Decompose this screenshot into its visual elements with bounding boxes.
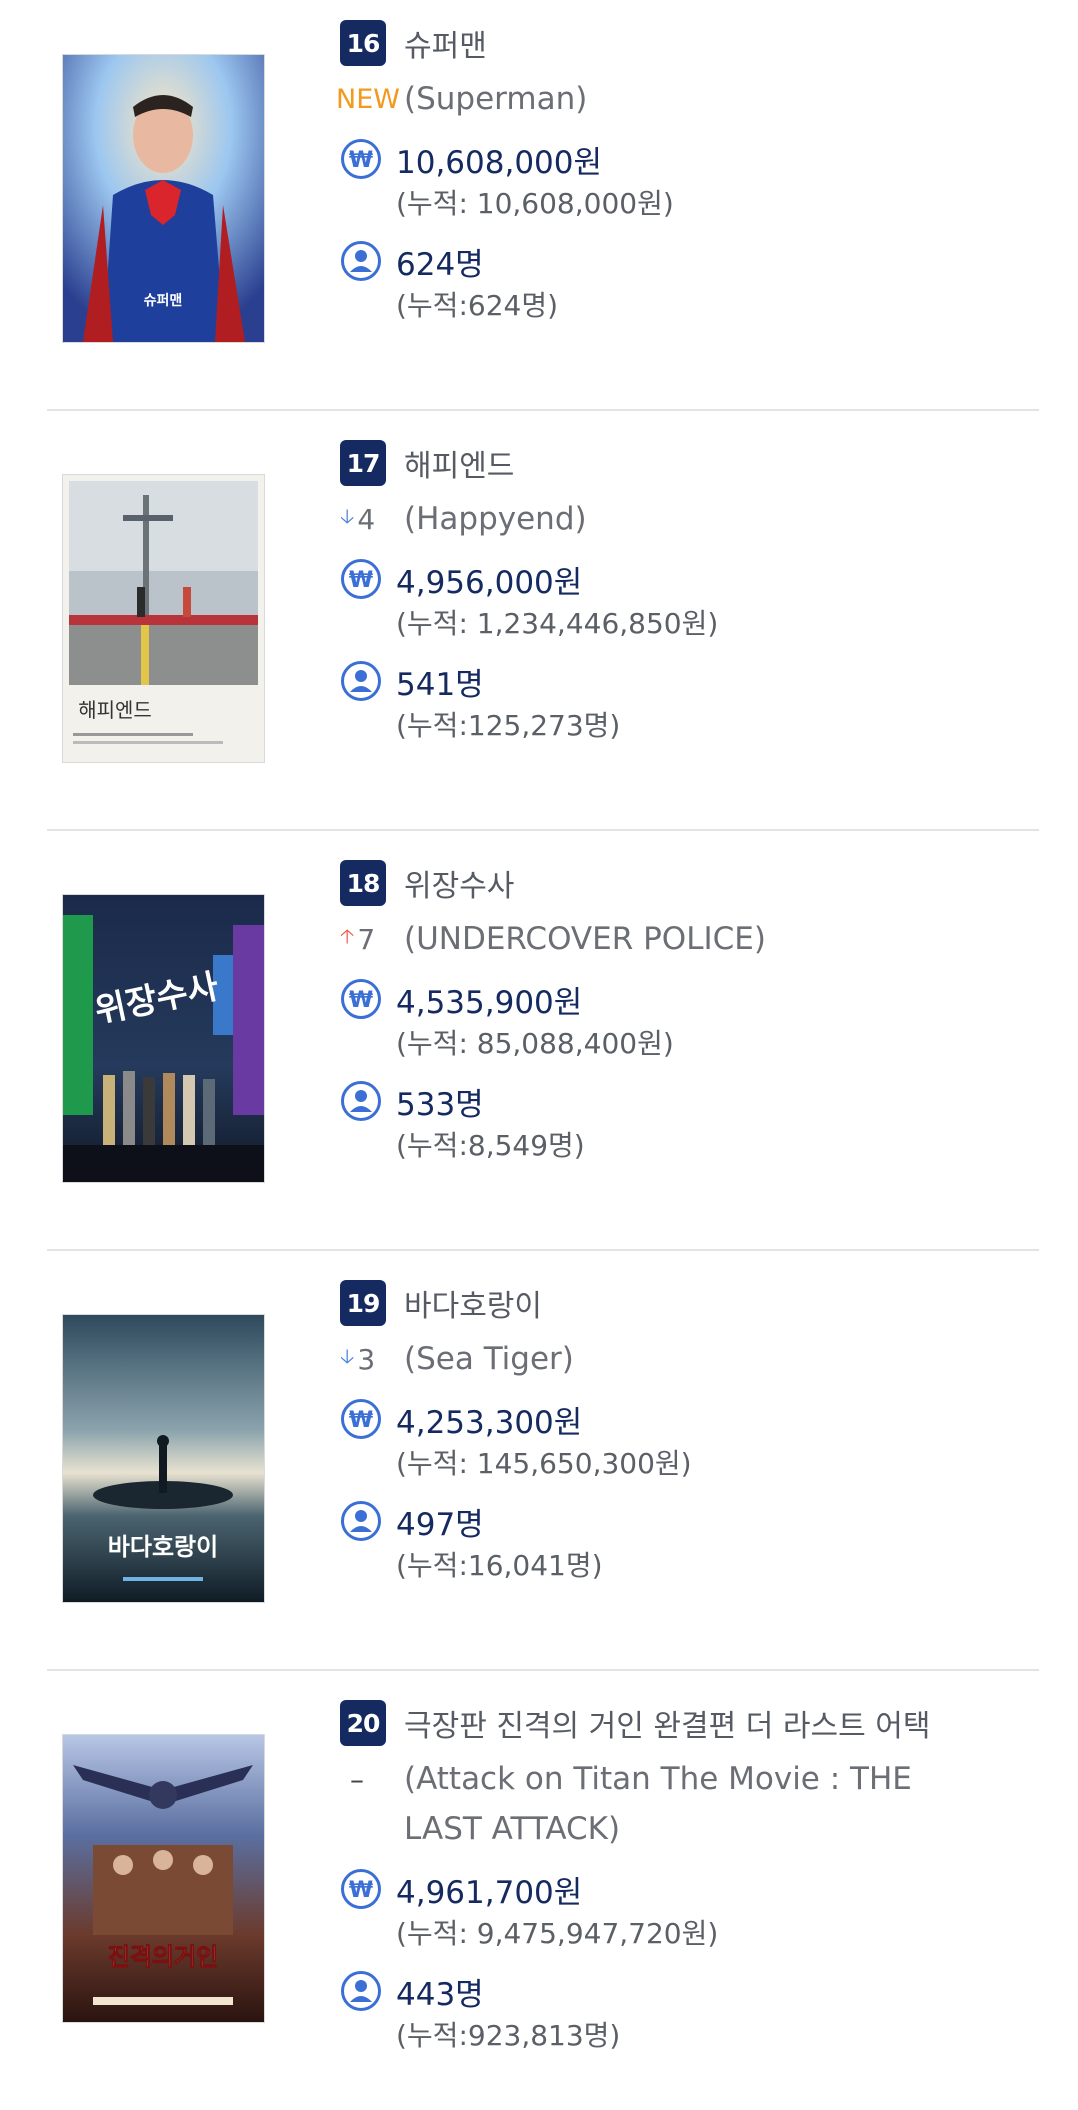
person-icon [341,241,381,281]
movie-title-english: (Sea Tiger) [404,1341,574,1377]
movie-poster[interactable]: 진격의거인 [62,1734,265,2023]
movie-title-english: (Attack on Titan The Movie : THE LAST AT… [404,1761,912,1847]
won-coin-icon: ₩ [341,1869,381,1909]
audience-row: 533명 [340,1078,1040,1124]
list-item[interactable]: 바다호랑이 19 바다호랑이 🡣 3 (Sea Tiger) ₩ 4,253,3… [0,1260,1078,1680]
list-item[interactable]: 해피엔드 17 해피엔드 🡣 4 (Happyend) ₩ 4,956,000원… [0,420,1078,840]
list-item[interactable]: 진격의거인 20 극장판 진격의 거인 완결편 더 라스트 어택 – (Atta… [0,1680,1078,2110]
divider [47,409,1039,411]
rank-change-value: 4 [357,502,376,536]
total-revenue: (누적: 145,650,300원) [396,1447,692,1480]
revenue-row: ₩ 4,961,700원 [340,1866,1040,1912]
won-coin-icon: ₩ [341,1399,381,1439]
poster-title: 바다호랑이 [108,1533,218,1561]
rank-change: 🡣 4 [340,496,404,542]
movie-title-english: (Happyend) [404,501,587,537]
svg-text:₩: ₩ [349,148,373,173]
movie-poster[interactable]: 위장수사 [62,894,265,1183]
daily-audience: 541명 [396,666,484,703]
rank-change: 🡡 7 [340,916,404,962]
total-audience: (누적:923,813명) [396,2019,621,2052]
new-badge: NEW [336,83,400,115]
movie-title[interactable]: 위장수사 [404,861,514,905]
movie-title-english: (UNDERCOVER POLICE) [404,921,766,957]
movie-info: 18 위장수사 🡡 7 (UNDERCOVER POLICE) ₩ 4,535,… [340,860,1040,1168]
rank-badge: 17 [340,440,386,486]
movie-poster[interactable]: 해피엔드 [62,474,265,763]
daily-audience: 443명 [396,1976,484,2013]
rank-badge: 19 [340,1280,386,1326]
total-audience: (누적:16,041명) [396,1549,603,1582]
person-icon [341,1081,381,1121]
daily-revenue: 4,956,000원 [396,564,583,601]
svg-text:₩: ₩ [349,1878,373,1903]
movie-title[interactable]: 해피엔드 [404,441,514,485]
won-coin-icon: ₩ [341,979,381,1019]
daily-audience: 533명 [396,1086,484,1123]
audience-row: 497명 [340,1498,1040,1544]
rank-change: 🡣 3 [340,1336,404,1382]
total-revenue: (누적: 9,475,947,720원) [396,1917,719,1950]
movie-info: 17 해피엔드 🡣 4 (Happyend) ₩ 4,956,000원 (누적:… [340,440,1040,748]
movie-title[interactable]: 슈퍼맨 [404,21,487,65]
revenue-row: ₩ 4,535,900원 [340,976,1040,1022]
divider [47,1249,1039,1251]
list-item[interactable]: 슈퍼맨 16 슈퍼맨 NEW (Superman) ₩ 10,608,000원 [0,0,1078,420]
total-revenue: (누적: 10,608,000원) [396,187,674,220]
poster-title: 진격의거인 [108,1943,218,1971]
arrow-up-icon: 🡡 [340,924,355,948]
rank-change-value: 7 [357,922,376,956]
arrow-down-icon: 🡣 [340,504,355,528]
daily-revenue: 4,535,900원 [396,984,583,1021]
person-icon [341,1971,381,2011]
won-coin-icon: ₩ [341,559,381,599]
daily-revenue: 4,961,700원 [396,1874,583,1911]
movie-poster[interactable]: 슈퍼맨 [62,54,265,343]
revenue-row: ₩ 10,608,000원 [340,136,1040,182]
total-audience: (누적:8,549명) [396,1129,585,1162]
movie-info: 20 극장판 진격의 거인 완결편 더 라스트 어택 – (Attack on … [340,1700,1040,2058]
movie-info: 16 슈퍼맨 NEW (Superman) ₩ 10,608,000원 (누적:… [336,20,1040,328]
won-coin-icon: ₩ [341,139,381,179]
list-item[interactable]: 위장수사 18 위장수사 🡡 7 (UNDERCOVER POLICE) ₩ 4… [0,840,1078,1260]
poster-title: 슈퍼맨 [144,293,183,309]
daily-revenue: 4,253,300원 [396,1404,583,1441]
audience-row: 541명 [340,658,1040,704]
rank-unchanged: – [350,1762,364,1796]
rank-change: NEW [336,76,404,122]
rank-change-value: 3 [357,1342,376,1376]
poster-title: 해피엔드 [78,698,152,722]
rank-badge: 20 [340,1700,386,1746]
svg-text:₩: ₩ [349,568,373,593]
boxoffice-list: 슈퍼맨 16 슈퍼맨 NEW (Superman) ₩ 10,608,000원 [0,0,1078,2110]
total-revenue: (누적: 85,088,400원) [396,1027,674,1060]
svg-text:₩: ₩ [349,988,373,1013]
audience-row: 624명 [340,238,1040,284]
rank-change: – [340,1756,404,1802]
person-icon [341,1501,381,1541]
daily-revenue: 10,608,000원 [396,144,603,181]
movie-info: 19 바다호랑이 🡣 3 (Sea Tiger) ₩ 4,253,300원 (누… [340,1280,1040,1588]
daily-audience: 497명 [396,1506,484,1543]
total-audience: (누적:624명) [396,289,559,322]
divider [47,1669,1039,1671]
movie-poster[interactable]: 바다호랑이 [62,1314,265,1603]
revenue-row: ₩ 4,253,300원 [340,1396,1040,1442]
rank-badge: 16 [340,20,386,66]
movie-title[interactable]: 바다호랑이 [404,1281,542,1325]
person-icon [341,661,381,701]
movie-title[interactable]: 극장판 진격의 거인 완결편 더 라스트 어택 [404,1701,930,1745]
svg-text:₩: ₩ [349,1408,373,1433]
total-audience: (누적:125,273명) [396,709,621,742]
audience-row: 443명 [340,1968,1040,2014]
divider [47,829,1039,831]
arrow-down-icon: 🡣 [340,1344,355,1368]
revenue-row: ₩ 4,956,000원 [340,556,1040,602]
daily-audience: 624명 [396,246,484,283]
rank-badge: 18 [340,860,386,906]
total-revenue: (누적: 1,234,446,850원) [396,607,719,640]
movie-title-english: (Superman) [404,81,588,117]
